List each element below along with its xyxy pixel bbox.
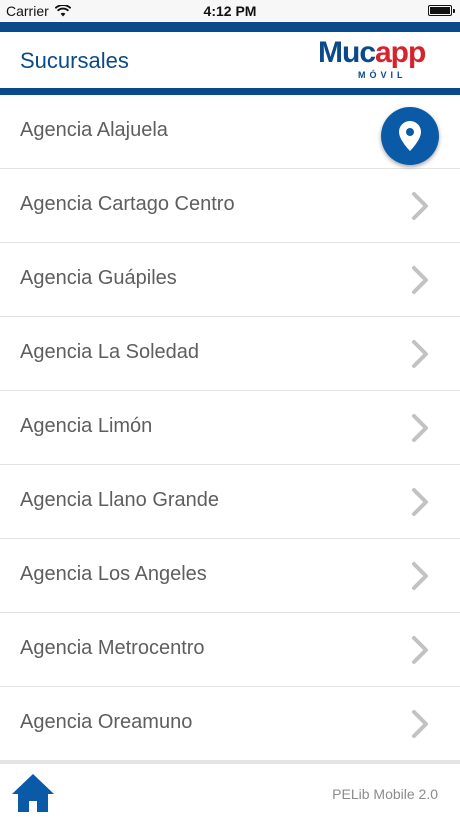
list-item[interactable]: Agencia Limón <box>0 391 460 465</box>
version-label: PELib Mobile 2.0 <box>332 786 438 802</box>
chevron-right-icon <box>412 266 428 294</box>
chevron-right-icon <box>412 488 428 516</box>
branch-label: Agencia Llano Grande <box>20 489 220 511</box>
battery-icon <box>428 5 455 16</box>
map-pin-icon <box>399 121 421 151</box>
home-icon[interactable] <box>10 772 56 814</box>
list-item[interactable]: Agencia Metrocentro <box>0 613 460 687</box>
logo-subtitle: MÓVIL <box>358 70 407 80</box>
status-bar: Carrier 4:12 PM <box>0 0 460 22</box>
branch-label: Agencia Limón <box>20 415 153 437</box>
list-item[interactable]: Agencia Oreamuno <box>0 687 460 760</box>
list-item[interactable]: Agencia Cartago Centro <box>0 169 460 243</box>
status-time: 4:12 PM <box>203 3 257 19</box>
map-button[interactable] <box>381 107 439 165</box>
branch-list: Agencia Alajuela Agencia Cartago Centro … <box>0 95 460 760</box>
branch-label: Agencia Guápiles <box>20 267 177 289</box>
list-item[interactable]: Agencia Guápiles <box>0 243 460 317</box>
list-item[interactable]: Agencia La Soledad <box>0 317 460 391</box>
chevron-right-icon <box>412 710 428 738</box>
branch-label: Agencia Cartago Centro <box>20 193 235 215</box>
footer: PELib Mobile 2.0 <box>0 760 460 818</box>
logo-part-2: app <box>375 36 426 69</box>
chevron-right-icon <box>412 340 428 368</box>
branch-label: Agencia La Soledad <box>20 341 200 363</box>
list-item[interactable]: Agencia Los Angeles <box>0 539 460 613</box>
chevron-right-icon <box>412 562 428 590</box>
page-title: Sucursales <box>20 48 129 73</box>
header: Sucursales Mucapp MÓVIL <box>0 32 460 88</box>
branch-label: Agencia Alajuela <box>20 119 168 141</box>
header-top-bar <box>0 22 460 32</box>
branch-label: Agencia Oreamuno <box>20 711 193 733</box>
header-bottom-bar <box>0 88 460 95</box>
list-item[interactable]: Agencia Llano Grande <box>0 465 460 539</box>
chevron-right-icon <box>412 414 428 442</box>
chevron-right-icon <box>412 192 428 220</box>
chevron-right-icon <box>412 636 428 664</box>
branch-label: Agencia Metrocentro <box>20 637 205 659</box>
mucapp-logo: Mucapp MÓVIL <box>318 37 442 83</box>
logo-wordmark: Mucapp <box>318 36 426 69</box>
branch-label: Agencia Los Angeles <box>20 563 207 585</box>
logo-part-1: Muc <box>318 36 376 69</box>
